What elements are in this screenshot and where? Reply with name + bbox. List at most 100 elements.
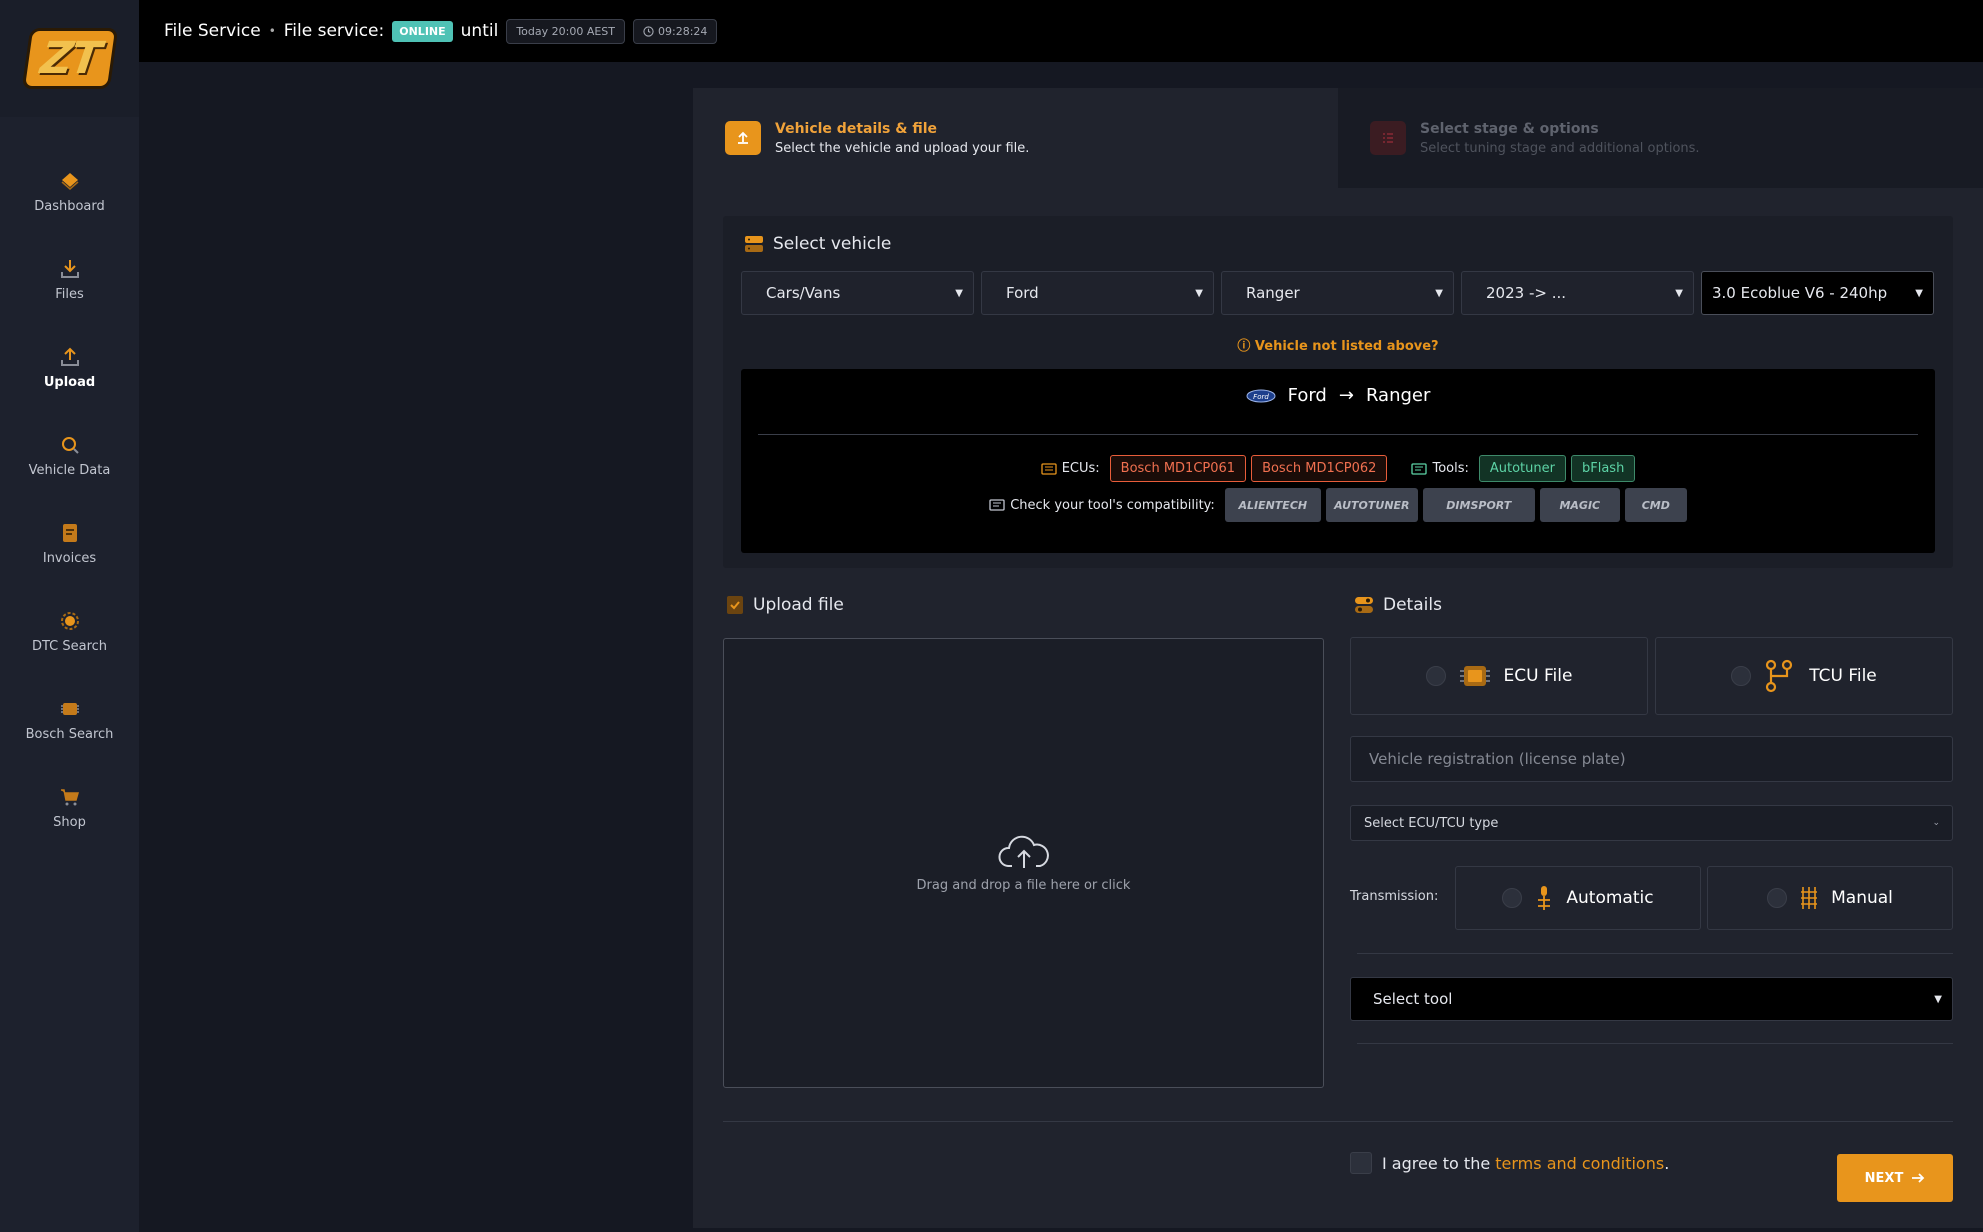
vehicle-selects: Cars/Vans ▼ Ford ▼ Ranger ▼ 2023 -> ... ▼ 3.… [741,271,1934,315]
model-select[interactable]: Ranger ▼ [1221,271,1454,315]
tool-select[interactable]: Select tool ▼ [1350,977,1953,1021]
select-value: Cars/Vans [766,284,841,302]
cmd-logo[interactable]: CMD [1624,488,1687,522]
until-time: Today 20:00 AEST [516,24,615,38]
upload-icon [60,347,79,366]
sidebar-item-label: Vehicle Data [28,462,111,478]
divider [758,434,1918,435]
step-vehicle-details[interactable]: Vehicle details & file Select the vehicl… [693,88,1338,188]
chevron-down-icon: ▼ [1675,287,1683,299]
vehicle-summary: Ford Ford → Ranger ECUs: Bosch MD1CP061 … [741,369,1935,553]
tools-icon [1411,462,1428,475]
sidebar-nav: Dashboard Files Upload Vehicle Data Invo… [0,147,139,851]
page-title: File Service [164,21,261,41]
gearbox-icon [1766,659,1793,693]
transmission-label: Transmission: [1350,889,1439,904]
make-select[interactable]: Ford ▼ [981,271,1214,315]
select-value: Select tool [1373,990,1453,1008]
tcu-file-option[interactable]: TCU File [1655,637,1953,715]
sidebar-item-label: Dashboard [34,198,105,214]
next-button[interactable]: NEXT [1837,1154,1953,1202]
details-title: Details [1383,595,1442,615]
clock-pill: 09:28:24 [633,18,718,44]
radio-button[interactable] [1425,666,1446,686]
upload-wizard: Vehicle details & file Select the vehicl… [693,88,1983,1228]
sidebar-item-label: Bosch Search [25,726,114,742]
diamond-icon [61,172,78,190]
sidebar-item-vehicle-data[interactable]: Vehicle Data [0,411,139,499]
chevron-down-icon: ▼ [1435,287,1443,299]
manual-label: Manual [1831,888,1893,908]
sidebar: ZT Dashboard Files Upload Vehicle Data I… [0,0,139,1232]
tool-tag[interactable]: Autotuner [1478,455,1566,482]
radio-button[interactable] [1731,666,1752,686]
next-label: NEXT [1864,1170,1904,1186]
chevron-down-icon: ▼ [1934,993,1942,1005]
dimsport-logo[interactable]: DIMSPORT [1422,488,1535,522]
sidebar-item-files[interactable]: Files [0,235,139,323]
sidebar-item-upload[interactable]: Upload [0,323,139,411]
vehicle-not-listed-link[interactable]: ⓘ Vehicle not listed above? [723,335,1953,354]
step-stage-options[interactable]: Select stage & options Select tuning sta… [1338,88,1983,188]
toggle-icon [1355,597,1373,613]
step-title: Select stage & options [1420,120,1599,137]
download-icon [60,259,79,278]
cloud-upload-icon [998,835,1049,868]
not-listed-text: Vehicle not listed above? [1254,339,1439,354]
manual-shifter-icon [1801,887,1818,909]
wizard-steps: Vehicle details & file Select the vehicl… [693,88,1983,188]
select-value: 2023 -> ... [1486,284,1566,302]
list-icon [1370,121,1406,155]
terms-link[interactable]: terms and conditions [1495,1154,1664,1173]
radio-button[interactable] [1767,888,1788,908]
sidebar-item-shop[interactable]: Shop [0,763,139,851]
select-value: Ford [1006,284,1039,302]
sidebar-item-label: Upload [43,374,96,390]
terms-agreement: I agree to the terms and conditions. [1350,1152,1669,1174]
ecu-tag[interactable]: Bosch MD1CP061 [1109,455,1247,482]
ecu-file-option[interactable]: ECU File [1350,637,1648,715]
sidebar-item-dashboard[interactable]: Dashboard [0,147,139,235]
upload-icon [725,121,761,155]
clock-time: 09:28:24 [658,24,708,38]
registration-input[interactable] [1350,736,1953,782]
sidebar-item-bosch-search[interactable]: Bosch Search [0,675,139,763]
until-label: until [460,21,499,41]
vehicle-type-select[interactable]: Cars/Vans ▼ [741,271,974,315]
info-icon: ⓘ [1237,339,1255,354]
select-vehicle-card: Select vehicle Cars/Vans ▼ Ford ▼ Ranger ▼ … [723,216,1953,568]
sidebar-item-dtc-search[interactable]: DTC Search [0,587,139,675]
service-status-label: File service: [283,21,385,41]
manual-option[interactable]: Manual [1707,866,1953,930]
cart-icon [60,788,79,805]
step-subtitle: Select the vehicle and upload your file. [775,140,1030,156]
sidebar-item-invoices[interactable]: Invoices [0,499,139,587]
details-heading: Details [1353,594,1442,616]
sidebar-item-label: DTC Search [31,638,108,654]
chevron-down-icon: ▼ [1915,287,1923,299]
brand-logo[interactable]: ZT [21,28,118,89]
autotuner-logo[interactable]: AUTOTUNER [1325,488,1418,522]
file-dropzone[interactable]: Drag and drop a file here or click [723,638,1324,1088]
sidebar-item-label: Invoices [42,550,97,566]
engine-icon [60,611,79,630]
sidebar-item-label: Shop [53,814,86,830]
alientech-logo[interactable]: ALIENTECH [1224,488,1321,522]
logo-area[interactable]: ZT [0,0,139,117]
magic-logo[interactable]: MAGIC [1539,488,1620,522]
tools-label: Tools: [1432,461,1469,476]
chevron-down-icon: ⌄ [1932,818,1940,828]
select-value: Ranger [1246,284,1300,302]
ecu-tcu-type-select[interactable]: Select ECU/TCU type ⌄ [1350,805,1953,841]
engine-select[interactable]: 3.0 Ecoblue V6 - 240hp ▼ [1701,271,1934,315]
year-select[interactable]: 2023 -> ... ▼ [1461,271,1694,315]
ecu-file-label: ECU File [1503,666,1573,686]
sidebar-item-label: Files [55,286,84,302]
terms-checkbox[interactable] [1350,1152,1372,1174]
title-separator: • [268,24,276,38]
summary-model: Ranger [1365,385,1431,406]
tool-tag[interactable]: bFlash [1570,455,1636,482]
automatic-option[interactable]: Automatic [1455,866,1701,930]
ecu-tag[interactable]: Bosch MD1CP062 [1251,455,1388,482]
radio-button[interactable] [1502,888,1523,908]
